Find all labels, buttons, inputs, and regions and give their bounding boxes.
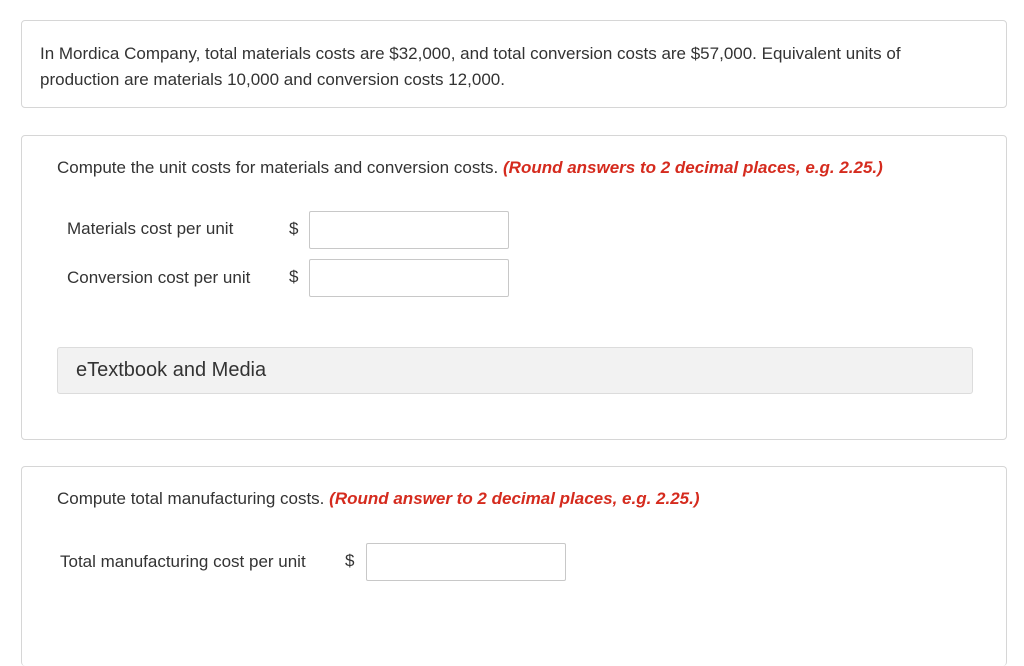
question-card-unit-costs: Compute the unit costs for materials and… [21, 135, 1007, 440]
total-cost-input[interactable] [366, 543, 566, 581]
problem-card: In Mordica Company, total materials cost… [21, 20, 1007, 108]
materials-cost-label: Materials cost per unit [67, 219, 234, 238]
total-cost-row: Total manufacturing cost per unit [60, 552, 306, 572]
conversion-cost-row: Conversion cost per unit [67, 268, 250, 288]
currency-symbol: $ [289, 267, 299, 286]
question-text: Compute total manufacturing costs. (Roun… [57, 489, 700, 509]
materials-cost-input[interactable] [309, 211, 509, 249]
materials-cost-row: Materials cost per unit [67, 219, 233, 239]
total-cost-label: Total manufacturing cost per unit [60, 552, 306, 571]
conversion-cost-label: Conversion cost per unit [67, 268, 251, 287]
question-prompt: Compute total manufacturing costs. [57, 489, 325, 508]
conversion-cost-input[interactable] [309, 259, 509, 297]
etextbook-media-button[interactable]: eTextbook and Media [57, 347, 973, 394]
currency-symbol: $ [345, 551, 355, 570]
question-text: Compute the unit costs for materials and… [57, 158, 883, 178]
rounding-hint: (Round answers to 2 decimal places, e.g.… [503, 158, 883, 177]
rounding-hint: (Round answer to 2 decimal places, e.g. … [329, 489, 700, 508]
problem-statement: In Mordica Company, total materials cost… [40, 44, 901, 89]
question-prompt: Compute the unit costs for materials and… [57, 158, 499, 177]
question-card-total-cost: Compute total manufacturing costs. (Roun… [21, 466, 1007, 666]
currency-symbol: $ [289, 219, 299, 238]
